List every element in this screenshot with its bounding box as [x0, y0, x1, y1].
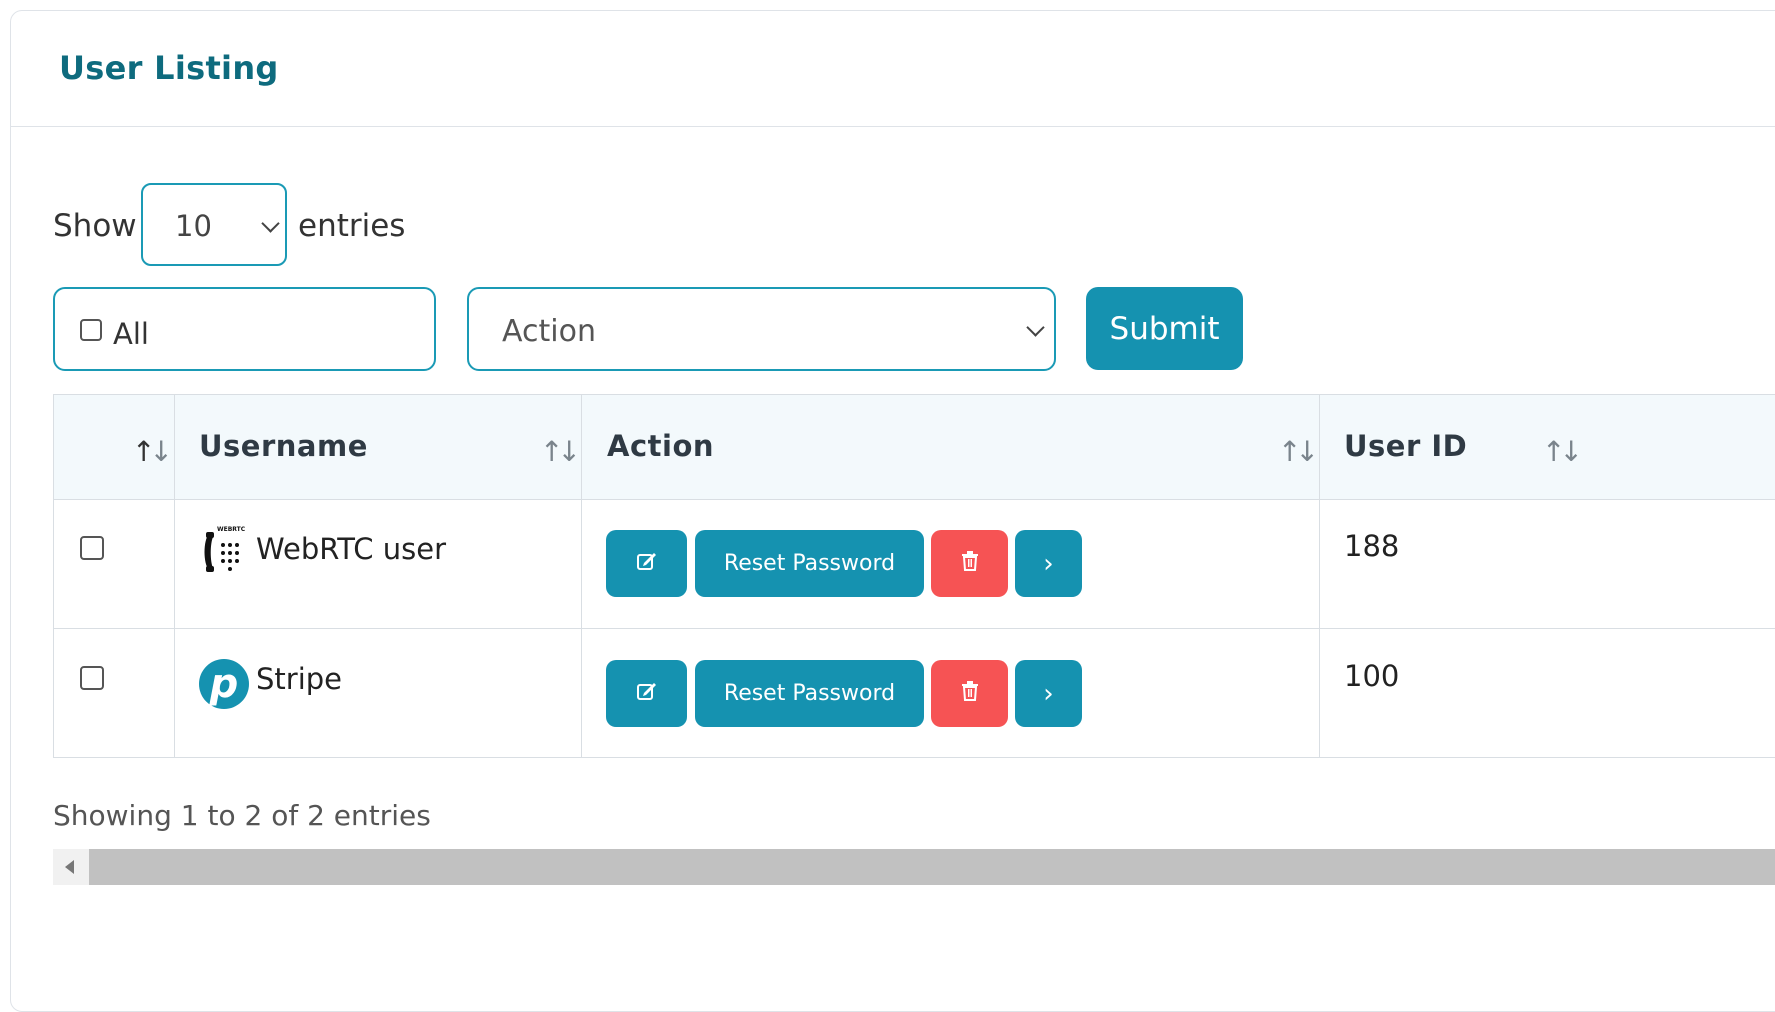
scrollbar-thumb[interactable]: [89, 849, 1775, 885]
sort-down-part: ↓: [149, 435, 173, 468]
entries-label: entries: [298, 208, 406, 244]
phone-dialpad-icon: WEBRTC: [199, 526, 247, 576]
user-id-cell: 100: [1344, 659, 1400, 693]
sort-select-icon[interactable]: ↑↓: [132, 435, 173, 468]
chevron-right-icon: ›: [1043, 678, 1054, 709]
chevron-down-icon: [261, 214, 280, 233]
page-title: User Listing: [59, 49, 279, 87]
reset-password-button[interactable]: Reset Password: [695, 530, 924, 597]
chevron-right-icon: ›: [1043, 548, 1054, 579]
reset-password-button[interactable]: Reset Password: [695, 660, 924, 727]
edit-button[interactable]: [606, 530, 687, 597]
select-all-label: All: [113, 317, 149, 351]
bulk-action-select[interactable]: Action: [467, 287, 1056, 371]
row-checkbox[interactable]: [80, 536, 104, 560]
table-info: Showing 1 to 2 of 2 entries: [53, 799, 431, 832]
delete-button[interactable]: [931, 660, 1008, 727]
column-header-username[interactable]: Username: [199, 429, 368, 463]
card-header: User Listing: [11, 11, 1775, 127]
sort-username-icon[interactable]: ↑↓: [540, 435, 581, 468]
submit-button[interactable]: Submit: [1086, 287, 1243, 370]
bulk-action-value: Action: [502, 314, 596, 349]
select-all-box: All: [53, 287, 436, 371]
edit-button[interactable]: [606, 660, 687, 727]
trash-icon: [961, 680, 979, 707]
p-logo-icon: p: [199, 659, 249, 709]
column-header-user-id[interactable]: User ID: [1344, 429, 1467, 463]
avatar-caption: WEBRTC: [217, 526, 246, 533]
select-all-checkbox[interactable]: [80, 319, 102, 341]
horizontal-scrollbar[interactable]: [53, 849, 1775, 885]
chevron-down-icon: [1026, 318, 1045, 337]
trash-icon: [961, 550, 979, 577]
column-header-action[interactable]: Action: [607, 429, 714, 463]
edit-icon: [636, 550, 658, 578]
details-button[interactable]: ›: [1015, 660, 1082, 727]
sort-user-id-icon[interactable]: ↑↓: [1542, 435, 1583, 468]
user-id-cell: 188: [1344, 529, 1400, 563]
row-checkbox[interactable]: [80, 666, 104, 690]
entries-length-value: 10: [175, 209, 212, 243]
user-table: ↑↓ Username ↑↓ Action ↑↓ User ID ↑↓ WEBR…: [53, 394, 1775, 758]
edit-icon: [636, 680, 658, 708]
delete-button[interactable]: [931, 530, 1008, 597]
entries-length-select[interactable]: 10: [141, 183, 287, 266]
username-cell: Stripe: [256, 662, 343, 696]
user-listing-card: User Listing Show 10 entries All Action …: [10, 10, 1775, 1012]
sort-action-icon[interactable]: ↑↓: [1278, 435, 1319, 468]
show-label: Show: [53, 208, 137, 244]
scroll-left-arrow-icon[interactable]: [65, 860, 74, 874]
username-cell: WebRTC user: [256, 532, 447, 566]
details-button[interactable]: ›: [1015, 530, 1082, 597]
